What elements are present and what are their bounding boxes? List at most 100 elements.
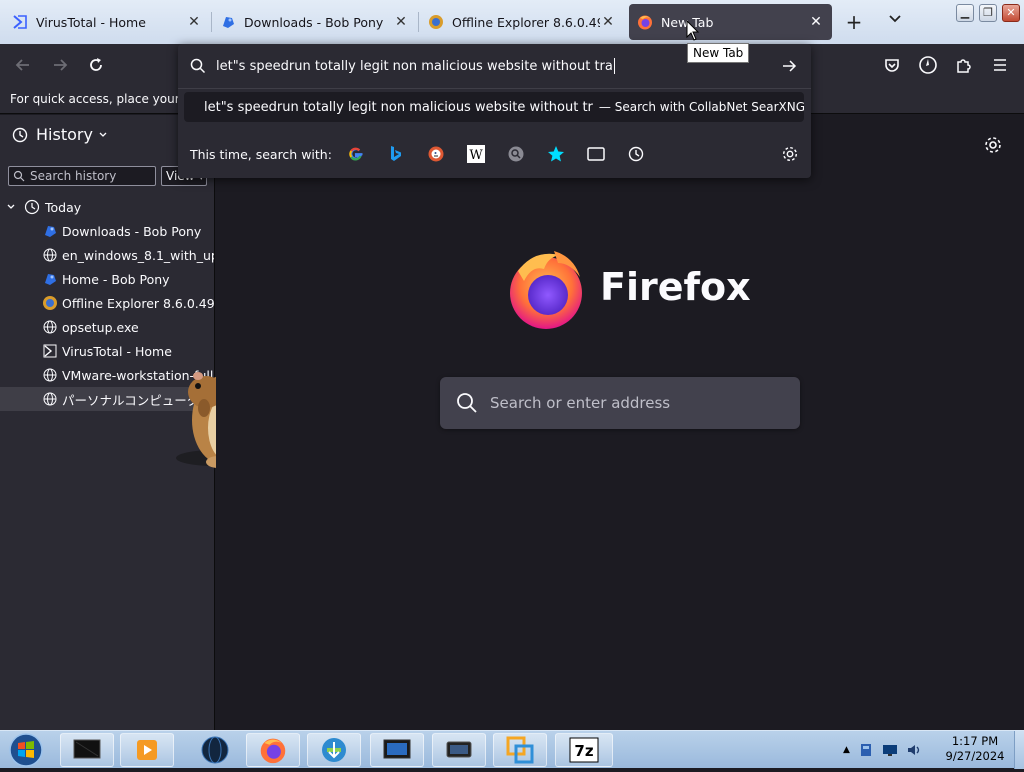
twisty-open-icon [7,204,15,209]
star-icon [548,146,564,162]
system-tray: ▲ [843,739,922,761]
duckduckgo-icon [428,146,444,162]
mouse-cursor-icon [686,20,700,41]
tab-title: Offline Explorer 8.6.0.4984 by [452,14,600,30]
svg-text:W: W [469,148,483,163]
restore-button[interactable]: ❐ [979,4,997,22]
history-item[interactable]: Downloads - Bob Pony [0,219,214,243]
taskbar-vmware[interactable] [493,733,547,767]
engines-label: This time, search with: [190,146,332,162]
taskbar-task-manager[interactable] [60,733,114,767]
account-button[interactable] [915,52,941,78]
close-tab-icon[interactable]: ✕ [808,14,824,30]
monitor-icon [73,739,101,759]
taskbar-tv-app[interactable] [432,733,486,767]
taskbar-clock[interactable]: 1:17 PM 9/27/2024 [940,734,1010,764]
sidebar-title: History [36,125,93,144]
display-icon[interactable] [882,742,898,758]
clock-icon [628,146,644,162]
history-item[interactable]: opsetup.exe [0,315,214,339]
new-tab-button[interactable]: + [843,11,865,33]
windows-orb-icon [9,733,43,767]
arrow-left-icon [15,59,29,71]
window-close-button[interactable]: ✕ [1002,4,1020,22]
go-arrow-icon[interactable] [781,58,797,74]
taskbar-media-player[interactable] [120,733,174,767]
tab-icon [587,147,605,161]
tab-title: Downloads - Bob Pony [244,14,384,30]
taskbar-firefox[interactable] [246,733,300,767]
engine-google-button[interactable] [346,144,366,164]
extensions-button[interactable] [951,52,977,78]
suggestion-text: let"s speedrun totally legit non malicio… [204,99,593,115]
engine-searxng-button[interactable] [506,144,526,164]
taskbar-globe-app[interactable] [188,733,242,767]
account-icon [919,56,937,74]
history-item[interactable]: Home - Bob Pony [0,267,214,291]
engine-history-button[interactable] [626,144,646,164]
history-item[interactable]: VirusTotal - Home [0,339,214,363]
search-suggestion-row[interactable]: let"s speedrun totally legit non malicio… [184,92,804,122]
monitor-icon [383,739,411,759]
bing-icon [391,146,401,161]
virustotal-icon [12,14,28,30]
clock-icon [24,199,40,215]
history-group-today[interactable]: Today [6,199,81,215]
network-share-icon[interactable] [858,742,874,758]
search-icon [457,393,477,413]
tab-title: VirusTotal - Home [36,14,146,30]
history-search-input[interactable]: Search history [8,166,156,186]
tab-downloads-bob-pony[interactable]: Downloads - Bob Pony ✕ [212,4,417,40]
engine-bookmarks-button[interactable] [546,144,566,164]
bobpony-icon [42,223,58,239]
show-desktop-button[interactable] [1014,731,1024,769]
engine-wikipedia-button[interactable]: W [466,144,486,164]
back-button[interactable] [10,52,36,78]
suggestion-action: — Search with CollabNet SearXNG [598,100,804,114]
show-hidden-icons[interactable]: ▲ [843,745,850,755]
tab-title: New Tab [661,14,714,30]
app-menu-button[interactable] [987,52,1013,78]
search-icon [13,170,25,182]
close-tab-icon[interactable]: ✕ [393,14,409,30]
taskbar-7zip[interactable]: 7z [555,733,613,767]
urlbar-value: let"s speedrun totally legit non malicio… [216,58,613,74]
start-button[interactable] [6,732,46,768]
close-tab-icon[interactable]: ✕ [186,14,202,30]
arrow-right-icon [54,59,68,71]
reload-button[interactable] [83,52,109,78]
customize-button[interactable] [983,135,1003,155]
close-tab-icon[interactable]: ✕ [600,14,616,30]
pocket-icon [885,59,899,72]
urlbar-popup: let"s speedrun totally legit non malicio… [178,44,811,178]
tab-new-tab[interactable]: New Tab ✕ [629,4,832,40]
history-item[interactable]: Offline Explorer 8.6.0.4984 ... [0,291,214,315]
firefox-icon [637,14,653,30]
engine-tabs-button[interactable] [586,144,606,164]
tab-offline-explorer[interactable]: Offline Explorer 8.6.0.4984 by ✕ [420,4,624,40]
newtab-search-box[interactable]: Search or enter address [440,377,800,429]
engine-bing-button[interactable] [386,144,406,164]
volume-icon[interactable] [906,742,922,758]
list-all-tabs-button[interactable] [884,11,906,33]
history-item-title: Home - Bob Pony [62,271,170,287]
download-manager-icon [322,738,346,762]
history-item[interactable]: en_windows_8.1_with_upd... [0,243,214,267]
bobpony-icon [42,271,58,287]
minimize-button[interactable]: ▁ [956,4,974,22]
windows-taskbar: 7z ▲ 1:17 PM 9/27/2024 [0,730,1024,769]
hamburger-icon [994,59,1006,71]
pocket-button[interactable] [879,52,905,78]
forward-button[interactable] [47,52,73,78]
puzzle-icon [957,59,971,73]
clock-icon [12,127,28,142]
taskbar-download-manager[interactable] [307,733,361,767]
tab-virustotal[interactable]: VirusTotal - Home ✕ [4,4,210,40]
history-item-title: VirusTotal - Home [62,343,172,359]
sidebar-switcher[interactable]: History [12,125,108,144]
firefox-wordmark: Firefox [600,265,751,309]
search-settings-button[interactable] [780,144,800,164]
taskbar-remote-desktop[interactable] [370,733,424,767]
newtab-search-placeholder: Search or enter address [490,394,671,412]
engine-duckduckgo-button[interactable] [426,144,446,164]
